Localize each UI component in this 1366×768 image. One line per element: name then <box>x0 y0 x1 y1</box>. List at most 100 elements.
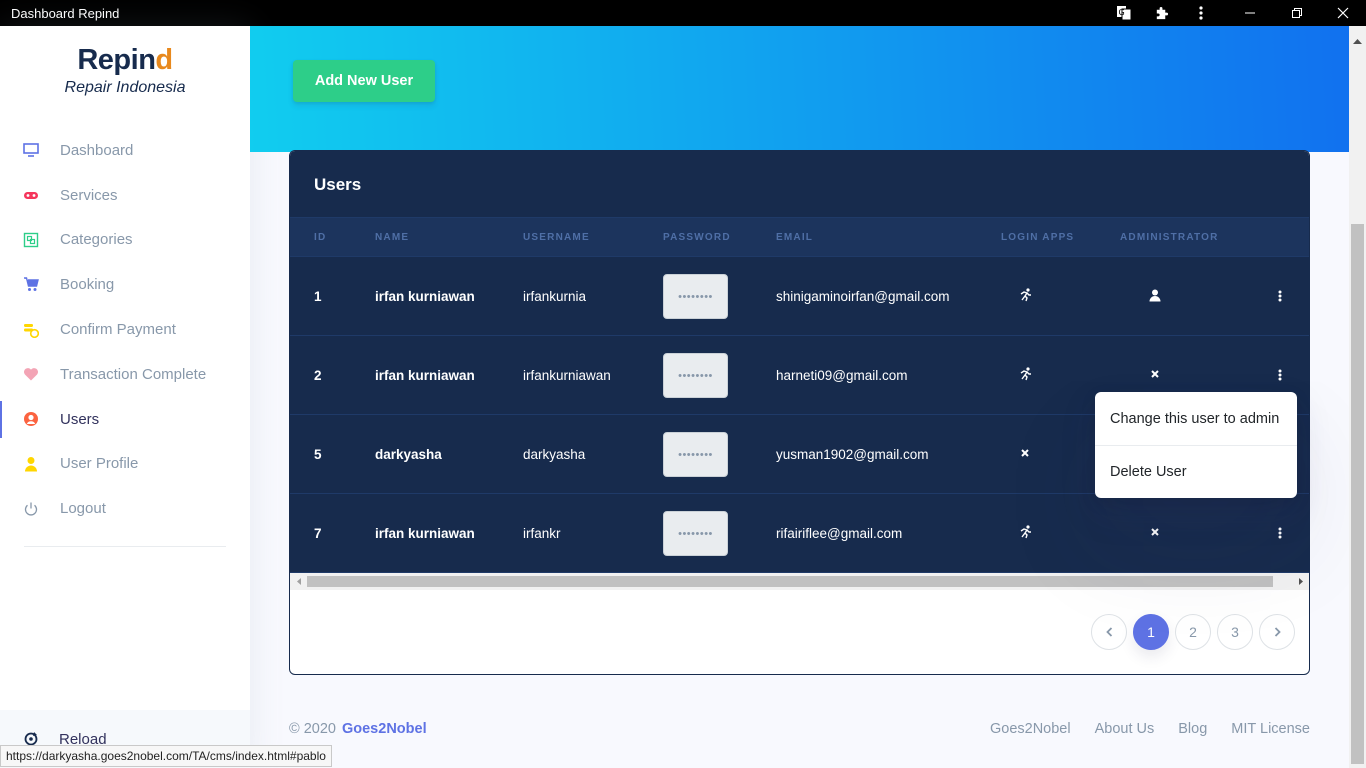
cell-id: 5 <box>314 447 322 462</box>
next-page-button[interactable] <box>1259 614 1295 650</box>
cell-name: irfan kurniawan <box>375 368 475 383</box>
row-menu-icon[interactable] <box>1276 367 1284 383</box>
page-button-3[interactable]: 3 <box>1217 614 1253 650</box>
password-field[interactable]: •••••••• <box>663 432 728 477</box>
column-header-id: ID <box>314 232 327 243</box>
delete-user-menu-item[interactable]: Delete User <box>1095 445 1297 498</box>
footer-link-about-us[interactable]: About Us <box>1095 721 1155 737</box>
single-user-icon <box>23 456 39 472</box>
footer-copyright: © 2020 Goes2Nobel <box>289 721 427 737</box>
sidebar-item-logout[interactable]: Logout <box>0 486 250 531</box>
sidebar-item-label: Booking <box>60 276 115 294</box>
cell-email: rifairiflee@gmail.com <box>776 526 903 541</box>
table-horizontal-scrollbar[interactable] <box>290 573 1309 590</box>
page-header: Add New User <box>250 26 1349 152</box>
sidebar-item-confirm-payment[interactable]: Confirm Payment <box>0 307 250 352</box>
column-header-name: NAME <box>375 232 410 243</box>
running-icon <box>1017 366 1033 382</box>
restore-icon[interactable] <box>1279 0 1315 26</box>
minimize-icon[interactable] <box>1232 0 1268 26</box>
scrollbar-thumb[interactable] <box>1351 224 1364 764</box>
cell-name: irfan kurniawan <box>375 289 475 304</box>
brand-subtitle: Repair Indonesia <box>64 79 186 96</box>
cell-name: irfan kurniawan <box>375 526 475 541</box>
translate-icon[interactable]: G <box>1106 0 1142 26</box>
cell-id: 7 <box>314 526 322 541</box>
sidebar-item-user-profile[interactable]: User Profile <box>0 442 250 487</box>
sidebar-item-users[interactable]: Users <box>0 397 250 442</box>
user-icon <box>1147 287 1163 303</box>
ungroup-icon <box>23 232 39 248</box>
coins-icon <box>23 322 39 338</box>
page-button-2[interactable]: 2 <box>1175 614 1211 650</box>
page-button-1[interactable]: 1 <box>1133 614 1169 650</box>
scroll-right-icon[interactable] <box>1295 576 1305 587</box>
table-row: 1 irfan kurniawan irfankurnia •••••••• s… <box>290 257 1309 336</box>
cell-username: darkyasha <box>523 447 586 462</box>
sidebar-item-dashboard[interactable]: Dashboard <box>0 128 250 173</box>
scrollbar-thumb[interactable] <box>307 576 1273 587</box>
sidebar-item-label: Users <box>60 410 100 428</box>
running-icon <box>1017 524 1033 540</box>
password-field[interactable]: •••••••• <box>663 353 728 398</box>
sidebar-item-label: Services <box>60 186 118 204</box>
sidebar-item-label: Categories <box>60 231 133 249</box>
row-menu-icon[interactable] <box>1276 288 1284 304</box>
row-menu-icon[interactable] <box>1276 525 1284 541</box>
svg-text:G: G <box>1119 8 1125 17</box>
footer-nav: Goes2Nobel About Us Blog MIT License <box>990 721 1310 737</box>
column-header-password: PASSWORD <box>663 232 731 243</box>
close-icon[interactable] <box>1325 0 1361 26</box>
running-icon <box>1017 287 1033 303</box>
row-actions-dropdown: Change this user to admin Delete User <box>1095 392 1297 498</box>
sidebar-item-transaction-complete[interactable]: Transaction Complete <box>0 352 250 397</box>
card-title: Users <box>314 175 362 194</box>
cell-username: irfankr <box>523 526 561 541</box>
cell-id: 2 <box>314 368 322 383</box>
card-header: Users <box>290 151 1309 217</box>
sidebar-item-label: Logout <box>60 500 106 518</box>
window-titlebar: Dashboard Repind G <box>0 0 1366 26</box>
cell-username: irfankurniawan <box>523 368 611 383</box>
column-header-username: USERNAME <box>523 232 590 243</box>
scroll-left-icon[interactable] <box>294 576 304 587</box>
cell-email: harneti09@gmail.com <box>776 368 908 383</box>
table-header: ID NAME USERNAME PASSWORD EMAIL LOGIN AP… <box>290 217 1309 257</box>
status-url: https://darkyasha.goes2nobel.com/TA/cms/… <box>0 745 332 767</box>
brand-logo[interactable]: Repind Repair Indonesia <box>0 44 250 97</box>
sidebar-item-label: User Profile <box>60 455 139 473</box>
sidebar-nav: Dashboard Services Categories Booking Co… <box>0 128 250 531</box>
cell-name: darkyasha <box>375 447 442 462</box>
more-menu-icon[interactable] <box>1183 0 1219 26</box>
sidebar-item-services[interactable]: Services <box>0 173 250 218</box>
add-user-button[interactable]: Add New User <box>293 60 435 102</box>
brand-name: Repind <box>77 44 173 76</box>
change-to-admin-menu-item[interactable]: Change this user to admin <box>1095 392 1297 445</box>
scroll-up-icon[interactable] <box>1353 31 1362 49</box>
sidebar: Repind Repair Indonesia Dashboard Servic… <box>0 26 250 768</box>
user-circle-icon <box>23 411 39 427</box>
cell-email: yusman1902@gmail.com <box>776 447 929 462</box>
footer-link-blog[interactable]: Blog <box>1178 721 1207 737</box>
column-header-email: EMAIL <box>776 232 814 243</box>
gamepad-icon <box>23 187 39 203</box>
password-field[interactable]: •••••••• <box>663 274 728 319</box>
cell-email: shinigaminoirfan@gmail.com <box>776 289 950 304</box>
sidebar-item-label: Dashboard <box>60 141 134 159</box>
password-field[interactable]: •••••••• <box>663 511 728 556</box>
footer-brand-link[interactable]: Goes2Nobel <box>342 721 427 737</box>
page-vertical-scrollbar[interactable] <box>1349 26 1366 768</box>
prev-page-button[interactable] <box>1091 614 1127 650</box>
column-header-administrator: ADMINISTRATOR <box>1120 232 1219 243</box>
footer-link-goes2nobel[interactable]: Goes2Nobel <box>990 721 1071 737</box>
column-header-login-apps: LOGIN APPS <box>1001 232 1075 243</box>
extensions-icon[interactable] <box>1143 0 1179 26</box>
heart-icon <box>23 366 39 382</box>
cell-id: 1 <box>314 289 322 304</box>
footer-link-mit-license[interactable]: MIT License <box>1231 721 1310 737</box>
sidebar-item-categories[interactable]: Categories <box>0 218 250 263</box>
sidebar-item-booking[interactable]: Booking <box>0 262 250 307</box>
cart-icon <box>23 277 39 293</box>
power-icon <box>23 501 39 517</box>
x-icon <box>1147 366 1163 382</box>
